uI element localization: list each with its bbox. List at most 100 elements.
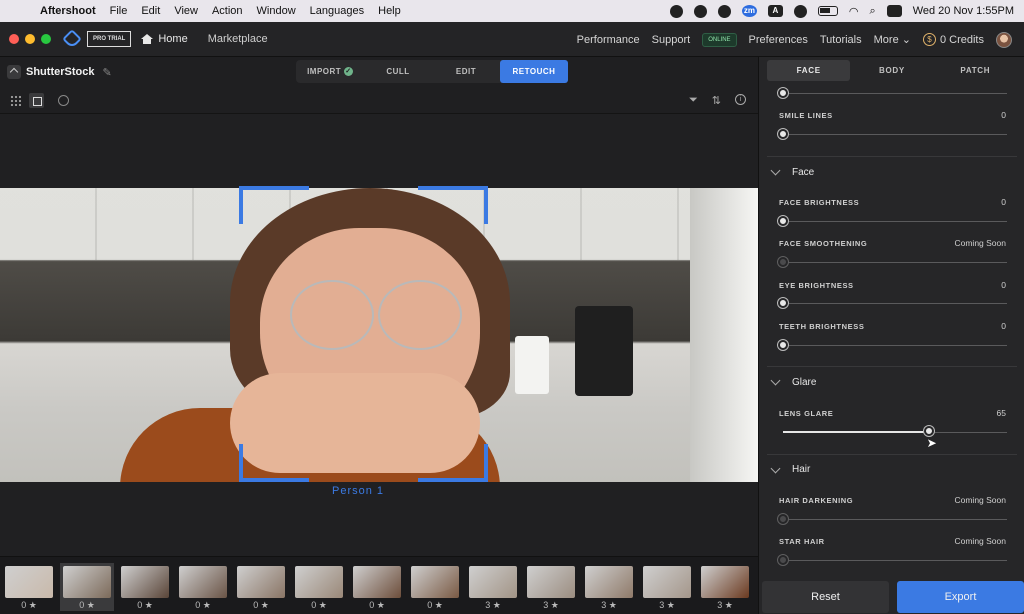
- filmstrip-thumbnail[interactable]: 0 ★: [2, 563, 56, 611]
- lens-glare-knob[interactable]: [923, 426, 934, 436]
- home-icon: [141, 34, 154, 44]
- spotlight-search-icon[interactable]: ⌕: [870, 5, 876, 18]
- star-icon[interactable]: ★: [664, 600, 675, 610]
- filmstrip-thumbnail[interactable]: 0 ★: [292, 563, 346, 611]
- slider-knob[interactable]: [778, 88, 788, 98]
- close-window-button[interactable]: [9, 34, 19, 44]
- info-icon[interactable]: i: [735, 93, 746, 105]
- control-center-icon[interactable]: [886, 5, 902, 17]
- grid-view-icon[interactable]: [10, 94, 21, 106]
- star-icon[interactable]: ★: [432, 600, 443, 610]
- face-section-title[interactable]: Face: [792, 167, 814, 178]
- record-icon[interactable]: [669, 4, 683, 18]
- tab-cull[interactable]: CULL: [364, 60, 432, 83]
- menu-edit[interactable]: Edit: [141, 5, 160, 17]
- face-brightness-knob[interactable]: [778, 216, 788, 226]
- tab-retouch[interactable]: RETOUCH: [500, 60, 568, 83]
- hair-section-title[interactable]: Hair: [792, 464, 810, 475]
- chevron-down-icon[interactable]: [770, 463, 781, 474]
- menu-clock[interactable]: Wed 20 Nov 1:55PM: [913, 5, 1014, 17]
- filmstrip-thumbnail[interactable]: 0 ★: [60, 563, 114, 611]
- menu-window[interactable]: Window: [257, 5, 296, 17]
- filmstrip-thumbnail[interactable]: 3 ★: [524, 563, 578, 611]
- teeth-brightness-slider[interactable]: [783, 345, 1007, 346]
- filmstrip-thumbnail[interactable]: 3 ★: [640, 563, 694, 611]
- battery-icon[interactable]: [817, 6, 838, 16]
- star-icon[interactable]: ★: [548, 600, 559, 610]
- menu-file[interactable]: File: [110, 5, 128, 17]
- export-button[interactable]: Export: [897, 581, 1024, 613]
- filmstrip-thumbnail[interactable]: 3 ★: [698, 563, 752, 611]
- face-box-corner-top-left[interactable]: [239, 186, 309, 224]
- single-view-icon[interactable]: [29, 92, 44, 108]
- wifi-icon[interactable]: ◠: [849, 5, 859, 18]
- star-icon[interactable]: ★: [258, 600, 269, 610]
- tutorials-link[interactable]: Tutorials: [820, 34, 862, 46]
- slider-track[interactable]: [783, 93, 1007, 94]
- star-icon[interactable]: ★: [84, 600, 95, 610]
- tab-edit[interactable]: EDIT: [432, 60, 500, 83]
- tab-body[interactable]: BODY: [850, 60, 933, 81]
- collapse-project-icon[interactable]: [7, 65, 21, 79]
- filmstrip-thumbnail[interactable]: 3 ★: [466, 563, 520, 611]
- eye-brightness-slider[interactable]: [783, 303, 1007, 304]
- sort-icon[interactable]: ⇅: [712, 94, 721, 107]
- face-box-corner-bottom-right[interactable]: [418, 444, 488, 482]
- macos-menu-bar: Aftershoot File Edit View Action Window …: [0, 0, 1024, 22]
- history-icon[interactable]: [58, 94, 69, 106]
- filmstrip-thumbnail[interactable]: 0 ★: [176, 563, 230, 611]
- user-avatar[interactable]: [996, 31, 1012, 48]
- star-icon[interactable]: ★: [200, 600, 211, 610]
- star-icon[interactable]: ★: [142, 600, 153, 610]
- smile-lines-slider[interactable]: [783, 134, 1007, 135]
- star-icon[interactable]: ★: [316, 600, 327, 610]
- star-icon[interactable]: ★: [26, 600, 37, 610]
- face-box-corner-top-right[interactable]: [418, 186, 488, 224]
- smile-lines-knob[interactable]: [778, 129, 788, 139]
- zoom-icon[interactable]: zm: [741, 5, 757, 17]
- teeth-brightness-knob[interactable]: [778, 340, 788, 350]
- menu-languages[interactable]: Languages: [310, 5, 364, 17]
- sync-icon[interactable]: [717, 4, 731, 18]
- eye-brightness-knob[interactable]: [778, 298, 788, 308]
- menu-view[interactable]: View: [174, 5, 198, 17]
- support-link[interactable]: Support: [652, 34, 691, 46]
- glare-section-title[interactable]: Glare: [792, 377, 816, 388]
- menu-app-name[interactable]: Aftershoot: [40, 5, 96, 17]
- edit-project-name-icon[interactable]: ✎: [102, 66, 111, 79]
- marketplace-link[interactable]: Marketplace: [208, 33, 268, 45]
- input-source-icon[interactable]: A: [767, 5, 783, 17]
- person-label[interactable]: Person 1: [332, 485, 384, 497]
- menu-action[interactable]: Action: [212, 5, 243, 17]
- credits-button[interactable]: $ 0 Credits: [922, 33, 984, 46]
- chevron-down-icon[interactable]: [770, 165, 781, 176]
- filter-icon[interactable]: ⏷: [689, 94, 698, 107]
- preferences-link[interactable]: Preferences: [749, 34, 808, 46]
- play-icon[interactable]: [793, 4, 807, 18]
- zoom-window-button[interactable]: [41, 34, 51, 44]
- tab-import[interactable]: IMPORT ✓: [296, 60, 364, 83]
- credits-label: 0 Credits: [939, 33, 984, 46]
- face-box-corner-bottom-left[interactable]: [239, 444, 309, 482]
- filmstrip-thumbnail[interactable]: 0 ★: [234, 563, 288, 611]
- menu-help[interactable]: Help: [378, 5, 401, 17]
- filmstrip-thumbnail[interactable]: 3 ★: [582, 563, 636, 611]
- face-brightness-slider[interactable]: [783, 221, 1007, 222]
- filmstrip-thumbnail[interactable]: 0 ★: [408, 563, 462, 611]
- tab-patch[interactable]: PATCH: [934, 60, 1017, 81]
- star-icon[interactable]: ★: [606, 600, 617, 610]
- filmstrip-thumbnail[interactable]: 0 ★: [118, 563, 172, 611]
- performance-link[interactable]: Performance: [577, 34, 640, 46]
- tab-face[interactable]: FACE: [767, 60, 851, 81]
- filmstrip-thumbnail[interactable]: 0 ★: [350, 563, 404, 611]
- star-icon[interactable]: ★: [374, 600, 385, 610]
- pro-trial-badge[interactable]: PRO TRIAL: [87, 31, 132, 47]
- star-icon[interactable]: ★: [722, 600, 733, 610]
- more-menu[interactable]: More ⌄: [874, 33, 911, 46]
- reset-button[interactable]: Reset: [762, 581, 889, 613]
- star-icon[interactable]: ★: [490, 600, 501, 610]
- home-link[interactable]: Home: [141, 33, 188, 45]
- chevron-down-icon[interactable]: [770, 375, 781, 386]
- grammarly-icon[interactable]: [693, 4, 707, 18]
- minimize-window-button[interactable]: [25, 34, 35, 44]
